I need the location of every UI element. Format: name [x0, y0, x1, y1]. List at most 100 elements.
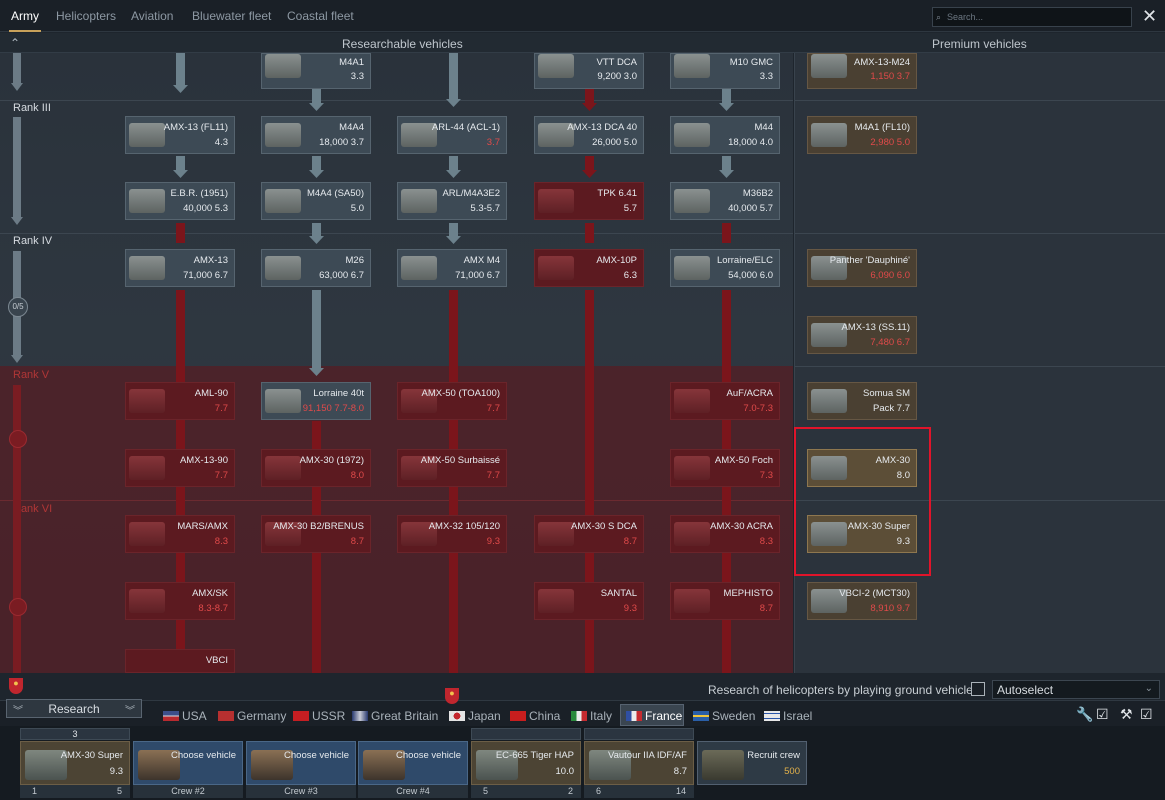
vehicle-cost-br: 40,000 5.7: [728, 203, 773, 214]
vehicle-br: 3.7: [486, 137, 500, 148]
vehicle-thumbnail: [265, 189, 301, 213]
research-button[interactable]: ︾ Research ︾: [6, 699, 142, 718]
autoselect-dropdown[interactable]: Autoselect ⌄: [992, 680, 1160, 699]
vehicle-thumbnail: [129, 589, 165, 613]
vehicle-card-amx-13-90[interactable]: AMX-13-90 7.7: [125, 449, 235, 487]
premium-card-amx-13-ss11[interactable]: AMX-13 (SS.11) 7,480 6.7: [807, 316, 917, 354]
vehicle-br: 7.7: [486, 403, 500, 414]
vehicle-card-vbci[interactable]: VBCI: [125, 649, 235, 673]
crew-slot-2[interactable]: Choose vehicle: [133, 741, 243, 785]
vehicle-name: Lorraine 40t: [313, 388, 364, 399]
vehicle-thumbnail: [401, 256, 437, 280]
vehicle-card-m4a4-sa50[interactable]: M4A4 (SA50) 5.0: [261, 182, 371, 220]
vehicle-card-lorraine-elc[interactable]: Lorraine/ELC 54,000 6.0: [670, 249, 780, 287]
rank-label-iii[interactable]: Rank III: [13, 102, 51, 114]
crew-slot-4[interactable]: Choose vehicle: [358, 741, 468, 785]
crew-slot-3[interactable]: Choose vehicle: [246, 741, 356, 785]
nation-israel[interactable]: Israel: [764, 709, 812, 723]
vehicle-card-m44[interactable]: M44 18,000 4.0: [670, 116, 780, 154]
vehicle-card-amx-50-foch[interactable]: AMX-50 Foch 7.3: [670, 449, 780, 487]
tab-army[interactable]: Army: [9, 9, 41, 32]
vehicle-card-amx-30-acra[interactable]: AMX-30 ACRA 8.3: [670, 515, 780, 553]
vehicle-card-arl-44-acl1[interactable]: ARL-44 (ACL-1) 3.7: [397, 116, 507, 154]
nation-china[interactable]: China: [510, 709, 560, 723]
nation-great-britain[interactable]: Great Britain: [352, 709, 438, 723]
nation-label: Germany: [237, 709, 287, 723]
vehicle-card-tpk-641[interactable]: TPK 6.41 5.7: [534, 182, 644, 220]
vehicle-name: AMX-13: [193, 255, 228, 266]
vehicle-card-amx-13[interactable]: AMX-13 71,000 6.7: [125, 249, 235, 287]
nation-france[interactable]: France: [626, 709, 682, 723]
crew-slot-6[interactable]: Vautour IIA IDF/AF 8.7: [584, 741, 694, 785]
vehicle-card-amx-50-toa100[interactable]: AMX-50 (TOA100) 7.7: [397, 382, 507, 420]
vehicle-card-amx-32-105-120[interactable]: AMX-32 105/120 9.3: [397, 515, 507, 553]
vehicle-card-amx-50-surbaisse[interactable]: AMX-50 Surbaissé 7.7: [397, 449, 507, 487]
vehicle-card-m26[interactable]: M26 63,000 6.7: [261, 249, 371, 287]
vehicle-card-lorraine-40t[interactable]: Lorraine 40t 91,150 7.7-8.0: [261, 382, 371, 420]
nation-usa[interactable]: USA: [163, 709, 207, 723]
vehicle-card-amx-m4[interactable]: AMX M4 71,000 6.7: [397, 249, 507, 287]
vehicle-card-amx-30-b2-brenus[interactable]: AMX-30 B2/BRENUS 8.7: [261, 515, 371, 553]
vehicle-card-arl-m4a3e2[interactable]: ARL/M4A3E2 5.3-5.7: [397, 182, 507, 220]
tab-bluewater-fleet[interactable]: Bluewater fleet: [192, 9, 271, 23]
close-icon[interactable]: ✕: [1142, 6, 1157, 27]
vehicle-card-auf-acra[interactable]: AuF/ACRA 7.0-7.3: [670, 382, 780, 420]
crew-slot-1[interactable]: AMX-30 Super 9.3: [20, 741, 130, 785]
search-icon: ⌕: [936, 12, 942, 22]
vehicle-card-m36b2[interactable]: M36B2 40,000 5.7: [670, 182, 780, 220]
rank-label-iv[interactable]: Rank IV: [13, 235, 52, 247]
vehicle-card-santal[interactable]: SANTAL 9.3: [534, 582, 644, 620]
vehicle-thumbnail: [401, 189, 437, 213]
tab-aviation[interactable]: Aviation: [131, 9, 173, 23]
tree-link: [585, 156, 594, 170]
premium-card-somua-sm[interactable]: Somua SM Pack 7.7: [807, 382, 917, 420]
tab-helicopters[interactable]: Helicopters: [56, 9, 116, 23]
vehicle-thumbnail: [538, 256, 574, 280]
vehicle-card-amx-30-1972[interactable]: AMX-30 (1972) 8.0: [261, 449, 371, 487]
recruit-crew-slot[interactable]: Recruit crew 500: [697, 741, 807, 785]
helicopter-research-checkbox[interactable]: [971, 682, 985, 696]
vehicle-card-mephisto[interactable]: MEPHISTO 8.7: [670, 582, 780, 620]
nation-germany[interactable]: Germany: [218, 709, 286, 723]
vehicle-name: VBCI-2 (MCT30): [839, 588, 910, 599]
rank-lock-dot: [9, 598, 27, 616]
vehicle-name: AMX-50 Foch: [714, 455, 773, 466]
vehicle-card-m4a1[interactable]: M4A1 3.3: [261, 53, 371, 89]
check-icon[interactable]: ☑: [1096, 706, 1109, 723]
premium-card-m4a1-fl10[interactable]: M4A1 (FL10) 2,980 5.0: [807, 116, 917, 154]
vehicle-card-aml-90[interactable]: AML-90 7.7: [125, 382, 235, 420]
nation-sweden[interactable]: Sweden: [693, 709, 755, 723]
premium-card-amx-13-m24[interactable]: AMX-13-M24 1,150 3.7: [807, 53, 917, 89]
check-icon[interactable]: ☑: [1140, 706, 1153, 723]
vehicle-name: ARL-44 (ACL-1): [431, 122, 500, 133]
flag-usa-icon: [163, 711, 179, 721]
wrench-icon[interactable]: 🔧: [1076, 706, 1093, 723]
nation-ussr[interactable]: USSR: [293, 709, 345, 723]
vehicle-card-amx-13-dca-40[interactable]: AMX-13 DCA 40 26,000 5.0: [534, 116, 644, 154]
vehicle-thumbnail: [674, 589, 710, 613]
tab-coastal-fleet[interactable]: Coastal fleet: [287, 9, 354, 23]
nation-italy[interactable]: Italy: [571, 709, 612, 723]
unit-badge-icon[interactable]: ●: [9, 678, 23, 694]
vehicle-card-m10-gmc[interactable]: M10 GMC 3.3: [670, 53, 780, 89]
vehicle-card-amx-10p[interactable]: AMX-10P 6.3: [534, 249, 644, 287]
premium-card-vbci-2-mct30[interactable]: VBCI-2 (MCT30) 8,910 9.7: [807, 582, 917, 620]
vehicle-name: AMX-32 105/120: [428, 521, 500, 532]
crew-slot-5[interactable]: EC-665 Tiger HAP 10.0: [471, 741, 581, 785]
vehicle-card-amx-sk[interactable]: AMX/SK 8.3-8.7: [125, 582, 235, 620]
vehicle-card-ebr-1951[interactable]: E.B.R. (1951) 40,000 5.3: [125, 182, 235, 220]
nation-japan[interactable]: Japan: [449, 709, 501, 723]
rank-label-v[interactable]: Rank V: [13, 369, 49, 381]
vehicle-name: TPK 6.41: [597, 188, 637, 199]
repair-all-icon[interactable]: ⚒: [1120, 706, 1133, 723]
search-input[interactable]: ⌕ Search...: [932, 7, 1132, 27]
vehicle-card-m4a4[interactable]: M4A4 18,000 3.7: [261, 116, 371, 154]
vehicle-card-amx-13-fl11[interactable]: AMX-13 (FL11) 4.3: [125, 116, 235, 154]
vehicle-thumbnail: [674, 256, 710, 280]
vehicle-card-amx-30-s-dca[interactable]: AMX-30 S DCA 8.7: [534, 515, 644, 553]
vehicle-card-mars-amx[interactable]: MARS/AMX 8.3: [125, 515, 235, 553]
vehicle-card-vtt-dca[interactable]: VTT DCA 9,200 3.0: [534, 53, 644, 89]
flag-china-icon: [510, 711, 526, 721]
premium-card-panther-dauphine[interactable]: Panther 'Dauphiné' 6,090 6.0: [807, 249, 917, 287]
collapse-icon[interactable]: ⌃: [10, 36, 20, 50]
